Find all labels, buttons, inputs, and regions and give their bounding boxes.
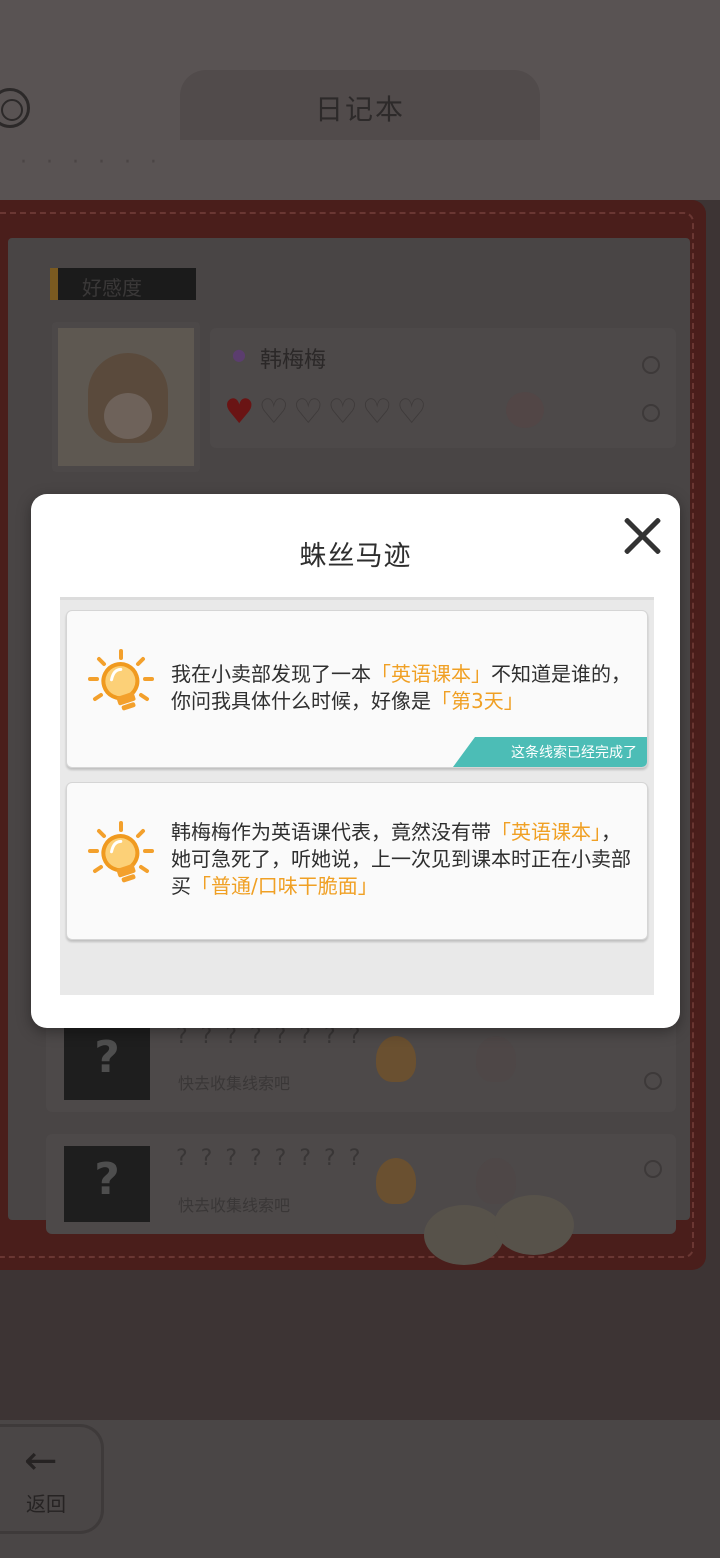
diary-subtitle: · · · · · · bbox=[20, 150, 163, 175]
footer-background bbox=[0, 1420, 720, 1558]
clue-hint: 快去收集线索吧 bbox=[178, 1074, 291, 1093]
clue-description: 我在小卖部发现了一本「英语课本」不知道是谁的，你问我具体什么时候，好像是「第3天… bbox=[171, 661, 631, 715]
decoration-plates bbox=[424, 1195, 594, 1265]
clue-card[interactable]: 韩梅梅作为英语课代表，竟然没有带「英语课本」，她可急死了，听她说，上一次见到课本… bbox=[66, 782, 648, 940]
lightbulb-icon bbox=[376, 1036, 416, 1082]
question-mark-icon: ? bbox=[94, 1032, 120, 1083]
clue-mystery-title: ? ? ? ? ? ? ? ? bbox=[176, 1146, 364, 1171]
clues-modal: 蛛丝马迹 我在小卖部发现了一本「英语课本」不知道是谁的，你问我具体什么时候，好像… bbox=[31, 494, 680, 1028]
clue-text-part: 韩梅梅作为英语课代表，竟然没有带 bbox=[171, 820, 491, 844]
clue-text-part: 我在小卖部发现了一本 bbox=[171, 662, 371, 686]
clue-keyword: 「英语课本」 bbox=[491, 820, 601, 844]
completed-badge-label: 这条线索已经完成了 bbox=[511, 745, 637, 761]
ring-icon bbox=[642, 404, 660, 422]
clue-hint: 快去收集线索吧 bbox=[178, 1196, 291, 1215]
question-mark-icon: ? bbox=[94, 1154, 120, 1205]
paw-icon bbox=[476, 1158, 516, 1204]
modal-title: 蛛丝马迹 bbox=[299, 541, 412, 572]
character-name: 韩梅梅 bbox=[260, 348, 327, 373]
clue-keyword: 「普通/口味干脆面」 bbox=[191, 874, 378, 898]
diary-title: 日记本 bbox=[314, 93, 405, 126]
section-label: 好感度 bbox=[82, 276, 142, 300]
affection-hearts: ♥♡♡♡♡♡ bbox=[224, 392, 431, 432]
lightbulb-icon bbox=[376, 1158, 416, 1204]
clue-keyword: 「第3天」 bbox=[431, 689, 524, 713]
clue-keyword: 「英语课本」 bbox=[371, 662, 491, 686]
lightbulb-icon bbox=[88, 821, 154, 883]
heart-empty-icons: ♡♡♡♡♡ bbox=[258, 392, 431, 432]
back-label: 返回 bbox=[26, 1492, 66, 1516]
arrow-left-icon: ← bbox=[24, 1438, 58, 1484]
paw-icon bbox=[506, 392, 544, 428]
ring-icon bbox=[642, 356, 660, 374]
clue-description: 韩梅梅作为英语课代表，竟然没有带「英语课本」，她可急死了，听她说，上一次见到课本… bbox=[171, 819, 631, 900]
close-icon[interactable] bbox=[620, 514, 664, 558]
ring-icon bbox=[644, 1160, 662, 1178]
clue-list[interactable]: 我在小卖部发现了一本「英语课本」不知道是谁的，你问我具体什么时候，好像是「第3天… bbox=[60, 597, 654, 995]
clue-thumbnail: ? bbox=[64, 1024, 150, 1100]
character-avatar bbox=[88, 353, 168, 443]
ring-icon bbox=[644, 1072, 662, 1090]
paw-icon bbox=[476, 1036, 516, 1082]
location-pin-icon: ● bbox=[232, 345, 246, 364]
clue-card[interactable]: 我在小卖部发现了一本「英语课本」不知道是谁的，你问我具体什么时候，好像是「第3天… bbox=[66, 610, 648, 768]
character-portrait[interactable] bbox=[52, 322, 200, 472]
lightbulb-icon bbox=[88, 649, 154, 711]
clue-thumbnail: ? bbox=[64, 1146, 150, 1222]
heart-filled-icon: ♥ bbox=[224, 392, 259, 432]
